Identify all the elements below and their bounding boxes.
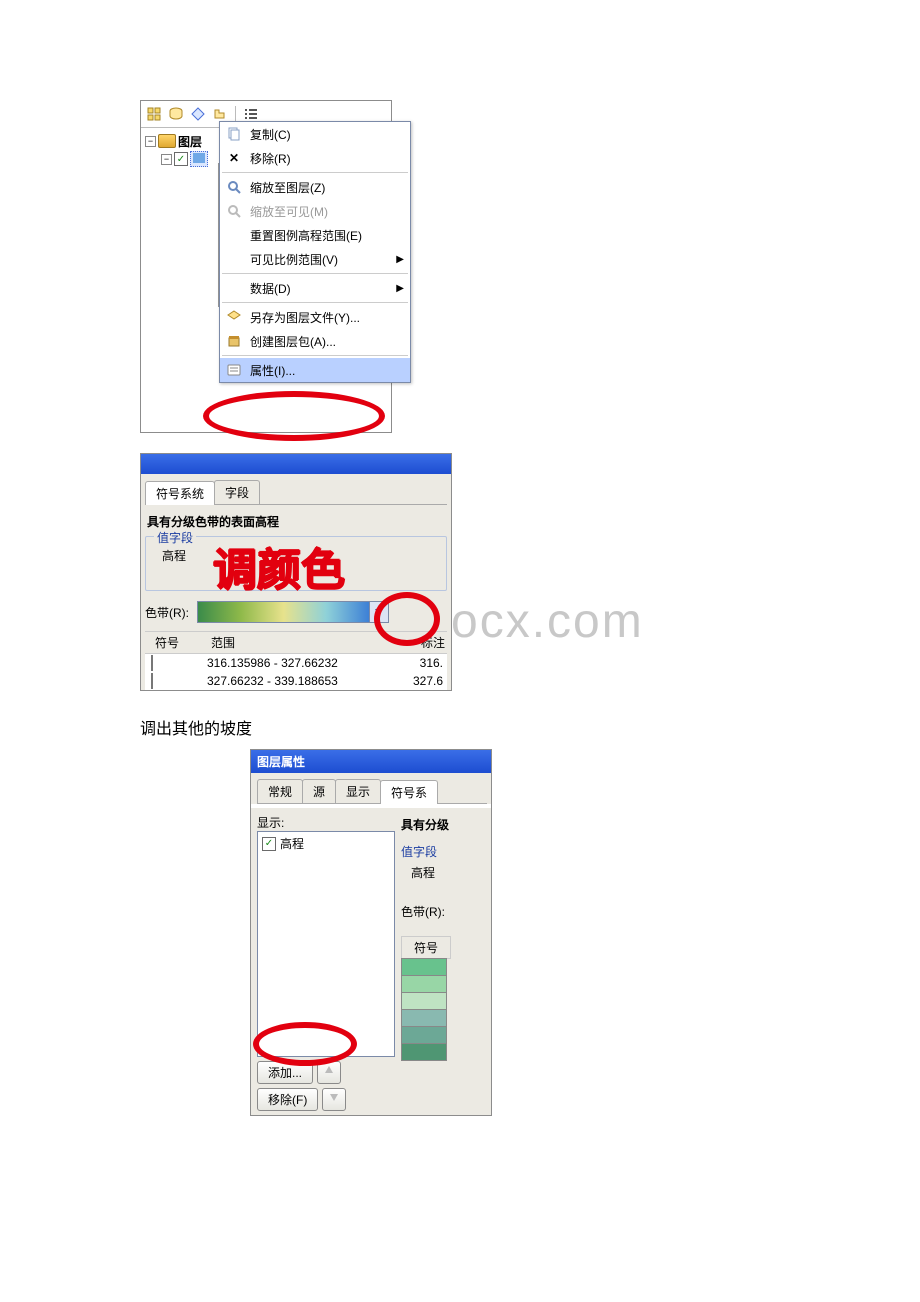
value-field-group: 值字段 高程 <box>145 536 447 591</box>
list-by-source-icon[interactable] <box>167 105 185 123</box>
add-button[interactable]: 添加... <box>257 1061 313 1084</box>
list-item-label: 高程 <box>280 835 304 852</box>
left-column: 显示: 高程 添加... 移除(F) <box>257 814 395 1111</box>
class-swatch <box>401 1026 447 1044</box>
menu-zoom-to-visible: 缩放至可见(M) <box>220 199 410 223</box>
blank-icon <box>224 249 244 269</box>
menu-separator <box>222 273 408 274</box>
separator <box>235 106 236 122</box>
tab-symbology[interactable]: 符号系 <box>380 780 438 804</box>
menu-save-as-layer-file[interactable]: 另存为图层文件(Y)... <box>220 305 410 329</box>
blank-icon <box>224 278 244 298</box>
show-label: 显示: <box>257 814 395 831</box>
tab-fields[interactable]: 字段 <box>214 480 260 504</box>
color-ramp-row: 色带(R): <box>145 591 447 631</box>
menu-separator <box>222 302 408 303</box>
menu-separator <box>222 172 408 173</box>
class-swatch <box>401 992 447 1010</box>
tab-source[interactable]: 源 <box>302 779 336 803</box>
blank-icon <box>224 225 244 245</box>
color-ramp-label: 色带(R): <box>401 901 487 922</box>
symbology-panel: 符号系统 字段 具有分级色带的表面高程 值字段 高程 色带(R): 符号 <box>140 453 452 691</box>
tab-display[interactable]: 显示 <box>335 779 381 803</box>
class-row[interactable]: 327.66232 - 339.188653 327.6 <box>145 672 447 690</box>
watermark-text: ocx.com <box>451 594 644 649</box>
save-layer-icon <box>224 307 244 327</box>
menu-visible-scale-range[interactable]: 可见比例范围(V) ▶ <box>220 247 410 271</box>
move-up-button <box>317 1061 341 1084</box>
list-by-visibility-icon[interactable] <box>189 105 207 123</box>
layer-context-menu: 复制(C) ✕ 移除(R) 缩放至图层(Z) 缩放至可见(M) <box>219 121 411 383</box>
package-icon <box>224 331 244 351</box>
class-swatch <box>151 673 153 689</box>
class-label: 327.6 <box>409 674 445 688</box>
right-column: 具有分级 值字段 高程 色带(R): 符号 <box>401 814 487 1111</box>
visibility-checkbox[interactable] <box>174 152 188 166</box>
collapse-icon[interactable]: − <box>161 154 172 165</box>
section-heading: 具有分级 <box>401 814 487 835</box>
fieldset-legend: 值字段 <box>154 529 196 546</box>
remove-icon: ✕ <box>224 148 244 168</box>
move-down-button <box>322 1088 346 1111</box>
tab-general[interactable]: 常规 <box>257 779 303 803</box>
menu-data[interactable]: 数据(D) ▶ <box>220 276 410 300</box>
class-range: 327.66232 - 339.188653 <box>207 674 397 688</box>
layers-icon <box>158 134 176 148</box>
class-swatch <box>401 958 447 976</box>
tabset: 常规 源 显示 符号系 <box>257 779 487 804</box>
class-table-header: 符号 范围 标注 <box>145 631 447 654</box>
caption-text: 调出其他的坡度 <box>140 701 920 749</box>
tabset: 符号系统 字段 <box>145 480 447 505</box>
header-label: 标注 <box>415 634 445 651</box>
tab-symbology[interactable]: 符号系统 <box>145 481 215 505</box>
header-symbol: 符号 <box>401 936 451 959</box>
collapse-icon[interactable]: − <box>145 136 156 147</box>
dropdown-arrow-icon[interactable] <box>369 602 388 622</box>
menu-zoom-to-layer[interactable]: 缩放至图层(Z) <box>220 175 410 199</box>
menu-copy[interactable]: 复制(C) <box>220 122 410 146</box>
class-swatches <box>401 959 487 1061</box>
color-ramp-label: 色带(R): <box>145 604 189 621</box>
window-titlebar <box>141 454 451 474</box>
layer-properties-dialog: 图层属性 常规 源 显示 符号系 显示: 高程 添加... <box>250 749 492 1116</box>
copy-icon <box>224 124 244 144</box>
fieldset-legend: 值字段 <box>401 841 487 862</box>
checkbox[interactable] <box>262 837 276 851</box>
class-swatch <box>401 1009 447 1027</box>
menu-create-layer-package[interactable]: 创建图层包(A)... <box>220 329 410 353</box>
class-swatch <box>151 655 153 671</box>
value-field-label: 高程 <box>401 862 487 883</box>
class-swatch <box>401 975 447 993</box>
header-symbol: 符号 <box>147 634 199 651</box>
list-by-drawing-icon[interactable] <box>145 105 163 123</box>
zoom-layer-icon <box>224 177 244 197</box>
show-listbox[interactable]: 高程 <box>257 831 395 1057</box>
menu-separator <box>222 355 408 356</box>
header-range: 范围 <box>211 634 403 651</box>
submenu-arrow-icon: ▶ <box>396 283 404 294</box>
submenu-arrow-icon: ▶ <box>396 254 404 265</box>
color-ramp-preview <box>198 602 369 622</box>
layer-selected-icon <box>190 151 208 167</box>
toc-panel: − 图层 − <box>140 100 392 433</box>
class-row[interactable]: 316.135986 - 327.66232 316. <box>145 654 447 672</box>
class-label: 316. <box>409 656 445 670</box>
class-swatch <box>401 1043 447 1061</box>
properties-icon <box>224 360 244 380</box>
color-ramp-select[interactable] <box>197 601 389 623</box>
dialog-title: 图层属性 <box>251 750 491 773</box>
list-item[interactable]: 高程 <box>260 834 392 853</box>
root-label: 图层 <box>178 133 202 150</box>
zoom-visible-icon <box>224 201 244 221</box>
class-range: 316.135986 - 327.66232 <box>207 656 397 670</box>
menu-properties[interactable]: 属性(I)... <box>220 358 410 382</box>
remove-button[interactable]: 移除(F) <box>257 1088 318 1111</box>
value-field-label: 高程 <box>154 541 438 564</box>
menu-remove[interactable]: ✕ 移除(R) <box>220 146 410 170</box>
menu-reset-legend[interactable]: 重置图例高程范围(E) <box>220 223 410 247</box>
